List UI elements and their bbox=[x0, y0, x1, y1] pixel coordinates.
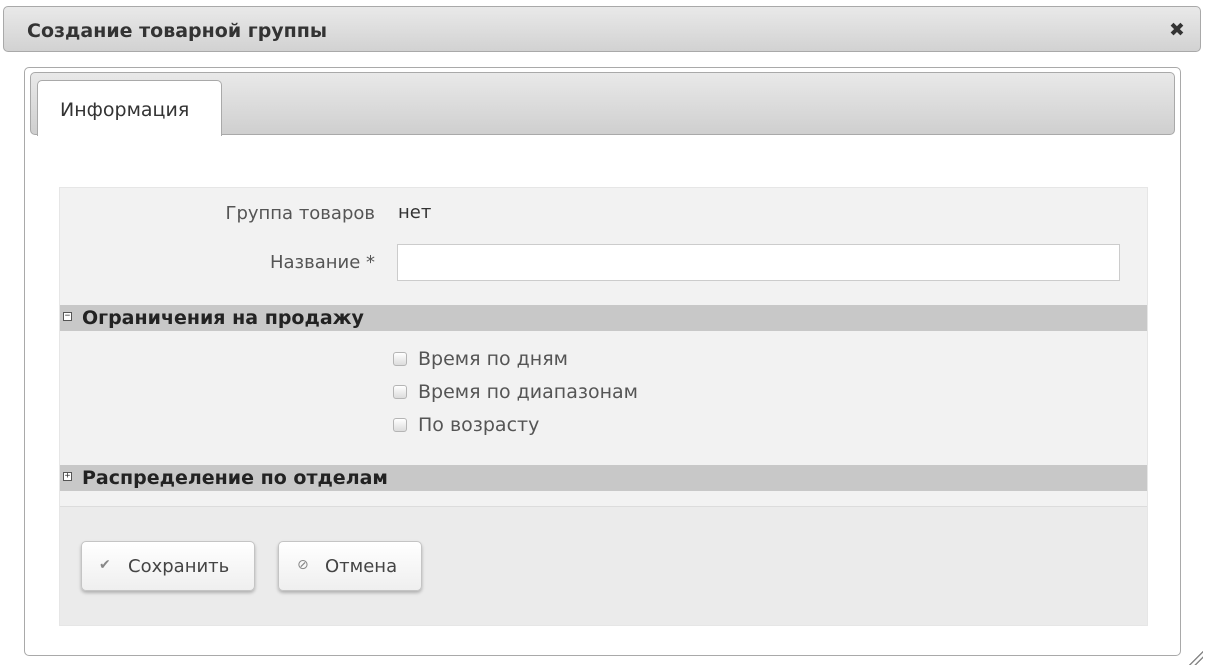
product-group-value: нет bbox=[398, 202, 432, 223]
checkbox-by-age[interactable] bbox=[393, 418, 407, 432]
plus-box-icon[interactable]: + bbox=[63, 472, 72, 481]
button-bar: ✔ Сохранить ⊘ Отмена bbox=[60, 506, 1147, 625]
cancel-button-label: Отмена bbox=[325, 556, 398, 577]
save-button[interactable]: ✔ Сохранить bbox=[81, 541, 255, 591]
save-button-label: Сохранить bbox=[128, 556, 230, 577]
create-product-group-dialog: Создание товарной группы ✖ Информация Гр… bbox=[0, 0, 1206, 668]
minus-box-icon[interactable]: − bbox=[63, 312, 72, 321]
cancel-button[interactable]: ⊘ Отмена bbox=[278, 541, 422, 591]
checkbox-time-by-ranges[interactable] bbox=[393, 385, 407, 399]
tab-information-label: Информация bbox=[60, 99, 190, 121]
section-header-restrictions[interactable]: − Ограничения на продажу bbox=[60, 305, 1147, 331]
checkbox-time-by-days[interactable] bbox=[393, 352, 407, 366]
section-title-departments: Распределение по отделам bbox=[82, 467, 388, 489]
product-group-label: Группа товаров bbox=[225, 203, 375, 224]
checkbox-label-time-by-ranges: Время по диапазонам bbox=[418, 381, 638, 403]
cancel-icon: ⊘ bbox=[297, 557, 309, 573]
name-input[interactable] bbox=[397, 244, 1120, 281]
name-label: Название * bbox=[269, 252, 375, 273]
close-icon[interactable]: ✖ bbox=[1168, 20, 1186, 40]
form-area: Группа товаров нет Название * − Ограниче… bbox=[59, 187, 1148, 626]
checkbox-label-by-age: По возрасту bbox=[418, 414, 540, 436]
dialog-panel: Информация Группа товаров нет Название *… bbox=[24, 67, 1181, 656]
dialog-titlebar[interactable]: Создание товарной группы ✖ bbox=[3, 6, 1201, 52]
resize-grip-icon[interactable] bbox=[1187, 649, 1203, 665]
section-header-departments[interactable]: + Распределение по отделам bbox=[60, 465, 1147, 491]
tab-bar: Информация bbox=[30, 72, 1175, 136]
tab-information[interactable]: Информация bbox=[37, 80, 222, 136]
checkmark-icon: ✔ bbox=[99, 557, 111, 573]
section-title-restrictions: Ограничения на продажу bbox=[82, 307, 364, 329]
checkbox-label-time-by-days: Время по дням bbox=[418, 348, 568, 370]
dialog-title: Создание товарной группы bbox=[27, 20, 328, 42]
